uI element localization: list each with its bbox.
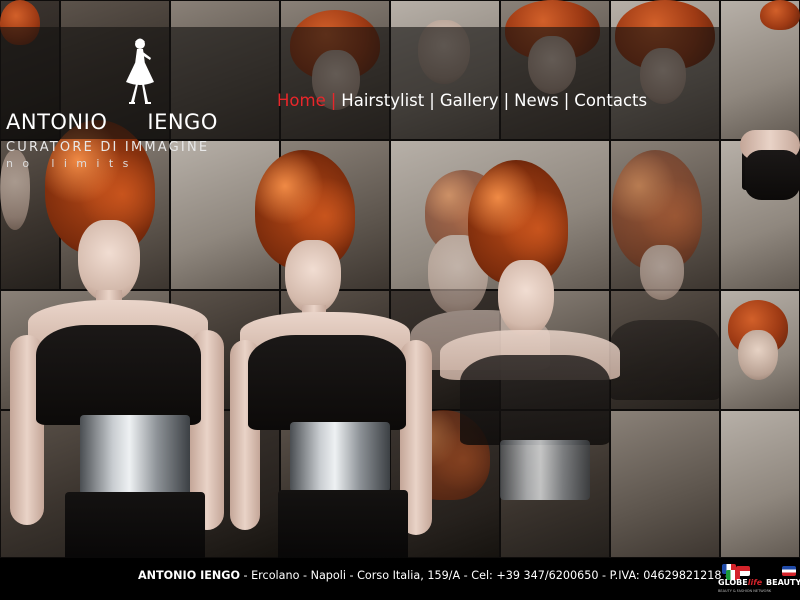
model-figure-main [440,160,640,558]
footer-name: ANTONIO IENGO [138,569,240,582]
main-nav: Home | Hairstylist | Gallery | News | Co… [277,91,647,110]
dancing-woman-silhouette-icon [126,38,154,104]
nav-item-gallery[interactable]: Gallery [440,91,499,110]
partner-logo-globelife[interactable]: GLOBElife BEAUTY & FASHION NETWORK [718,562,771,596]
footer-contact-info: ANTONIO IENGO - Ercolano - Napoli - Cors… [138,569,729,582]
nav-separator: | [563,91,570,110]
footer-address: - Ercolano - Napoli - Corso Italia, 159/… [239,569,730,582]
nav-item-hairstylist[interactable]: Hairstylist [341,91,424,110]
nav-item-home[interactable]: Home [277,91,326,110]
model-figure-main [230,150,450,558]
model-figure-main [10,120,250,558]
site-logo[interactable]: ANTONIO IENGO CURATORE DI IMMAGINE no lim… [0,30,260,170]
nav-item-contacts[interactable]: Contacts [574,91,647,110]
collage-glove-detail [745,150,800,200]
nav-item-news[interactable]: News [514,91,559,110]
brand-name: ANTONIO IENGO [6,110,218,134]
partner-label: BEAUTY [766,578,800,587]
brand-first-name: ANTONIO [6,110,108,134]
nav-separator: | [503,91,510,110]
collage-tile [720,410,800,558]
brand-subtagline: no limits [6,157,138,170]
thumbnail-hair [760,0,800,30]
partner-label: GLOBElife [718,578,763,587]
nav-separator: | [429,91,435,110]
brand-tagline: CURATORE DI IMMAGINE [6,140,210,155]
brand-last-name: IENGO [147,110,218,134]
partner-sub: BEAUTY & FASHION NETWORK [718,589,772,593]
thumbnail-face [738,330,778,380]
flag-icon [782,566,796,576]
partner-logo-beauty[interactable]: BEAUTY [766,562,800,596]
nav-separator: | [330,91,337,110]
footer: ANTONIO IENGO - Ercolano - Napoli - Cors… [0,558,800,600]
